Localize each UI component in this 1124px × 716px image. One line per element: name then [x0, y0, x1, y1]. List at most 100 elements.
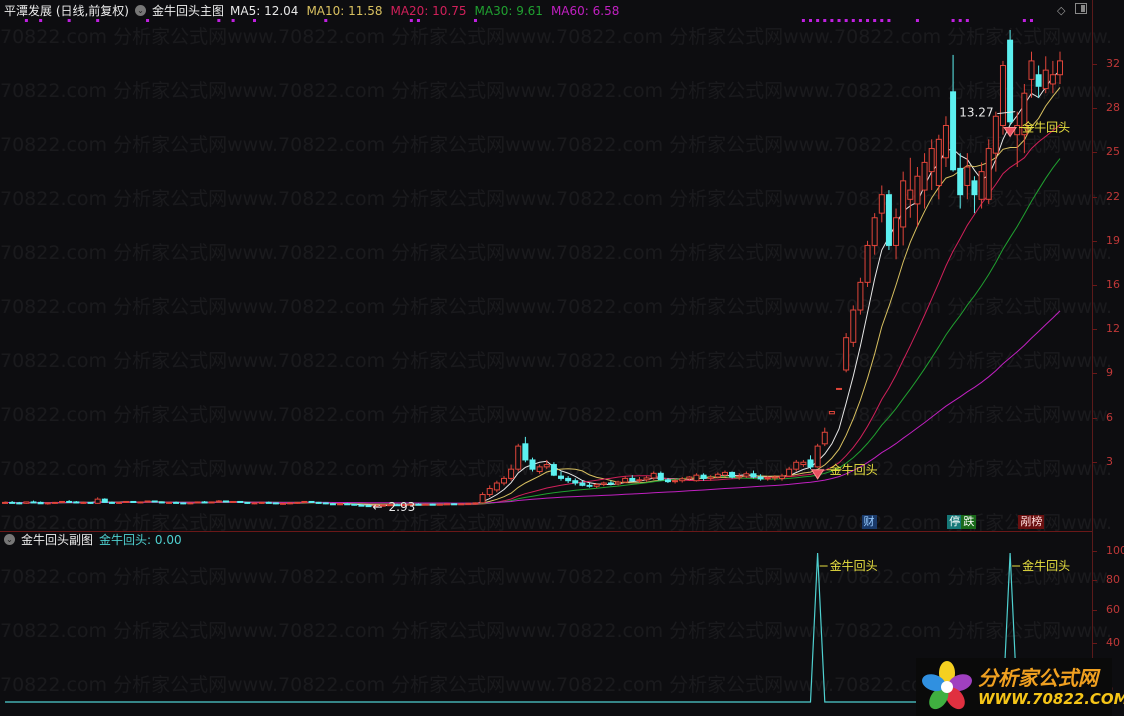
ma-label-2: MA20: 10.75 [390, 3, 467, 18]
candle [814, 443, 821, 468]
main-y-tick-label: 9 [1106, 366, 1113, 380]
candle-body [493, 482, 500, 491]
candle-body [322, 502, 329, 505]
candle-body [44, 502, 51, 505]
candle-body [593, 483, 600, 487]
candle-body [736, 475, 743, 478]
candle [479, 492, 486, 504]
top-signal-dot [873, 19, 877, 22]
candle [73, 501, 80, 504]
candle-body [843, 337, 850, 371]
diamond-icon[interactable]: ◇ [1057, 4, 1065, 17]
candle-body [465, 502, 472, 505]
candle [66, 500, 73, 503]
event-tag[interactable]: 剐榜 [1018, 515, 1045, 529]
candle-body [700, 474, 707, 479]
top-signal-dot [816, 19, 820, 22]
candle [9, 501, 16, 504]
candle [30, 500, 37, 504]
candle-body [558, 475, 565, 479]
event-tag[interactable]: 停 [947, 515, 963, 529]
sub-indicator-name[interactable]: 金牛回头副图 [21, 531, 93, 548]
candle [280, 502, 287, 505]
candle [586, 483, 593, 488]
candle-body [472, 502, 479, 505]
candle-body [864, 244, 871, 283]
main-y-tick-label: 22 [1106, 189, 1120, 203]
candle-body [586, 484, 593, 487]
ma10-line [4, 87, 1061, 506]
candle [843, 333, 850, 373]
sub-chart-header: ⌄ 金牛回头副图 金牛回头: 0.00 [4, 531, 182, 548]
y-tick [1092, 373, 1097, 375]
candle-body [308, 500, 315, 503]
candle [700, 473, 707, 481]
candle [23, 501, 30, 504]
candle-body [201, 501, 208, 504]
candle [964, 153, 971, 200]
indicator-menu-icon[interactable]: ⌄ [135, 5, 146, 16]
sub-indicator-menu-icon[interactable]: ⌄ [4, 534, 15, 545]
candle [878, 185, 885, 223]
candle-body [101, 498, 108, 503]
candle [950, 54, 957, 172]
candle [900, 171, 907, 246]
top-signal-dot [146, 19, 150, 22]
top-signal-dot [217, 19, 221, 22]
candle [137, 501, 144, 504]
candle-body [885, 194, 892, 246]
candle-body [1014, 124, 1021, 136]
event-tag[interactable]: 财 [861, 515, 877, 529]
candle-body [158, 501, 165, 504]
candle-body [693, 474, 700, 482]
candle [194, 501, 201, 504]
main-price-chart[interactable]: 13.272.93←金牛回头金牛回头金牛回头 金牛回头 [0, 0, 1092, 716]
candle-body [108, 501, 115, 504]
y-tick [1092, 64, 1097, 65]
candle [151, 500, 158, 503]
candle-body [165, 501, 172, 504]
candle-body [280, 502, 287, 505]
candle [436, 503, 443, 506]
event-tag[interactable]: 跌 [961, 515, 977, 529]
top-signal-dot [409, 19, 413, 22]
candle-body [137, 501, 144, 504]
candle [921, 153, 928, 209]
candle [679, 477, 686, 483]
candle-body [23, 501, 30, 504]
sub-indicator-line [5, 552, 1060, 703]
candle [2, 501, 8, 504]
candle [657, 471, 664, 481]
candle-body [479, 494, 486, 504]
panel-toggle-icon[interactable] [1075, 3, 1087, 14]
candle [1057, 51, 1063, 84]
candle [116, 501, 123, 504]
candle-body [714, 473, 721, 478]
main-indicator-name[interactable]: 金牛回头主图 [152, 2, 224, 19]
top-signal-dot [1029, 19, 1033, 22]
top-signal-dot [830, 19, 834, 22]
candle [294, 501, 301, 504]
candle [893, 208, 900, 260]
y-tick [1092, 461, 1097, 463]
candle [258, 501, 265, 504]
candle [230, 500, 237, 503]
candle-body [536, 466, 543, 472]
ma-label-4: MA60: 6.58 [550, 3, 620, 18]
candle-body [900, 180, 907, 228]
candle-body [1042, 69, 1049, 90]
sub-y-tick-label: 60 [1106, 603, 1120, 616]
candle [864, 240, 871, 287]
candle [301, 500, 308, 503]
main-y-tick-label: 6 [1106, 410, 1113, 424]
candle [351, 503, 358, 506]
candle-body [729, 471, 736, 478]
candle-body [87, 501, 94, 504]
top-signal-dot [965, 19, 969, 22]
top-signal-dot [416, 19, 420, 22]
candle-body [315, 501, 322, 504]
candle-body [686, 476, 693, 480]
candle [422, 503, 429, 506]
candle-body [935, 138, 942, 186]
candle [87, 501, 94, 504]
